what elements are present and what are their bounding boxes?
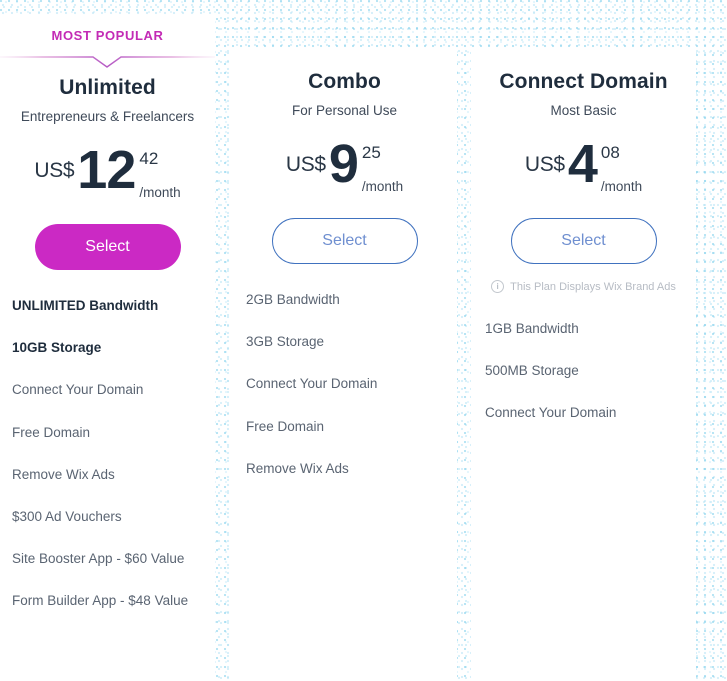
feature-item: 10GB Storage xyxy=(12,340,102,356)
select-button-combo[interactable]: Select xyxy=(271,218,418,264)
plan-price: US$ 4 08 /month xyxy=(471,134,696,196)
price-currency: US$ xyxy=(34,159,75,182)
price-fraction: 25 /month xyxy=(362,144,403,194)
feature-item: UNLIMITED Bandwidth xyxy=(12,298,159,313)
badge-divider-icon xyxy=(0,56,215,68)
plan-subtitle: Most Basic xyxy=(550,103,617,118)
plan-name: Unlimited xyxy=(59,76,156,99)
price-cents: 42 xyxy=(139,149,159,168)
pricing-plan-cards: MOST POPULAR Unlimited Entrepreneurs & F… xyxy=(0,0,727,681)
feature-item: Form Builder App - $48 Value xyxy=(12,593,189,609)
badge-divider xyxy=(0,50,215,70)
price-currency: US$ xyxy=(285,153,326,176)
feature-item: 3GB Storage xyxy=(246,334,325,350)
plan-card-unlimited[interactable]: MOST POPULAR Unlimited Entrepreneurs & F… xyxy=(0,16,215,681)
brand-ads-note-label: This Plan Displays Wix Brand Ads xyxy=(510,280,676,293)
price-period: /month xyxy=(600,179,643,194)
price-amount: 9 xyxy=(328,134,359,194)
plan-price: US$ 12 42 /month xyxy=(0,140,215,202)
price-amount: 4 xyxy=(567,134,598,194)
feature-list: 1GB Bandwidth 500MB Storage Connect Your… xyxy=(471,321,696,422)
price-currency: US$ xyxy=(524,153,565,176)
price-fraction: 08 /month xyxy=(601,144,642,194)
price-cents: 08 xyxy=(600,143,620,162)
info-icon[interactable]: i xyxy=(491,280,505,293)
select-button-unlimited[interactable]: Select xyxy=(34,224,181,270)
feature-list: 2GB Bandwidth 3GB Storage Connect Your D… xyxy=(232,292,457,477)
most-popular-badge: MOST POPULAR xyxy=(51,28,164,43)
feature-item: Site Booster App - $60 Value xyxy=(12,551,185,567)
feature-item: Remove Wix Ads xyxy=(12,466,115,482)
plan-card-connect-domain[interactable]: Connect Domain Most Basic US$ 4 08 /mont… xyxy=(471,48,696,681)
plan-name: Connect Domain xyxy=(499,70,668,93)
select-button-connect-domain[interactable]: Select xyxy=(510,218,657,264)
plan-name: Combo xyxy=(308,70,381,93)
select-button-wrapper: Select xyxy=(0,224,215,270)
price-cents: 25 xyxy=(361,143,381,162)
feature-item: Free Domain xyxy=(12,424,91,440)
price-period: /month xyxy=(139,185,181,200)
feature-item: Connect Your Domain xyxy=(12,382,144,398)
feature-item: 500MB Storage xyxy=(485,363,579,379)
plan-price: US$ 9 25 /month xyxy=(232,134,457,196)
price-period: /month xyxy=(361,179,404,194)
feature-item: Remove Wix Ads xyxy=(246,460,349,476)
plan-subtitle: For Personal Use xyxy=(291,103,398,118)
feature-item: 2GB Bandwidth xyxy=(246,292,340,307)
select-button-wrapper: Select xyxy=(471,218,696,264)
plan-subtitle: Entrepreneurs & Freelancers xyxy=(20,109,195,124)
feature-item: Free Domain xyxy=(246,418,325,434)
feature-list: UNLIMITED Bandwidth 10GB Storage Connect… xyxy=(0,298,215,610)
feature-item: $300 Ad Vouchers xyxy=(12,508,122,524)
plan-card-combo[interactable]: Combo For Personal Use US$ 9 25 /month S… xyxy=(232,48,457,681)
price-amount: 12 xyxy=(77,140,136,200)
feature-item: Connect Your Domain xyxy=(246,376,378,392)
brand-ads-note: i This Plan Displays Wix Brand Ads xyxy=(471,280,696,293)
feature-item: 1GB Bandwidth xyxy=(485,321,579,336)
feature-item: Connect Your Domain xyxy=(485,405,617,421)
select-button-wrapper: Select xyxy=(232,218,457,264)
price-fraction: 42 /month xyxy=(139,150,180,200)
